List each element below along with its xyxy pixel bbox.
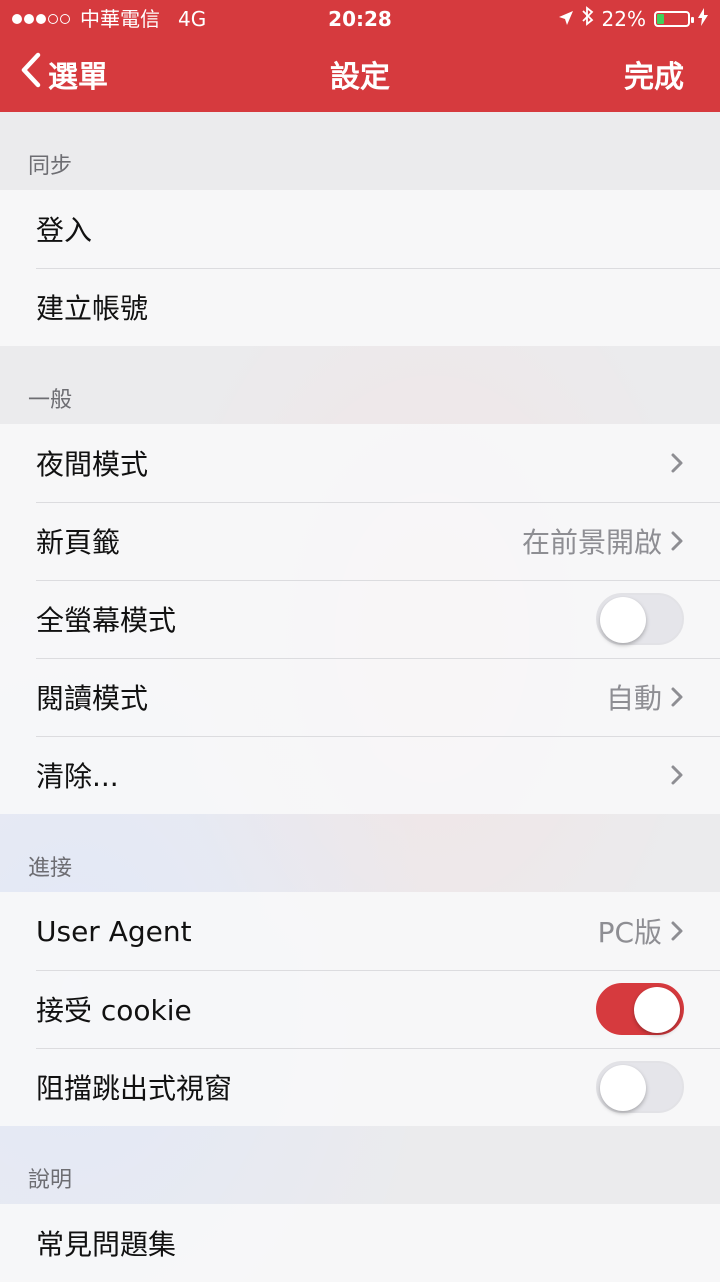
block-popups-toggle[interactable] xyxy=(596,1061,684,1113)
chevron-right-icon xyxy=(670,452,684,474)
section-advanced: User Agent PC版 接受 cookie 阻擋跳出式視窗 xyxy=(0,892,720,1126)
status-bar: 中華電信 4G 20:28 22% xyxy=(0,0,720,38)
accept-cookie-toggle[interactable] xyxy=(596,983,684,1035)
location-arrow-icon xyxy=(558,0,574,38)
section-header-general: 一般 xyxy=(28,388,73,413)
row-label: 全螢幕模式 xyxy=(36,604,177,637)
row-reader-mode[interactable]: 閱讀模式 自動 xyxy=(0,658,720,736)
row-accept-cookie: 接受 cookie xyxy=(0,970,720,1048)
row-label: 阻擋跳出式視窗 xyxy=(36,1072,233,1105)
row-fullscreen-mode: 全螢幕模式 xyxy=(0,580,720,658)
row-label: 接受 cookie xyxy=(36,994,192,1027)
section-header-advanced: 進接 xyxy=(28,856,73,881)
row-clear[interactable]: 清除... xyxy=(0,736,720,814)
top-bar: 中華電信 4G 20:28 22% 選單 設定 完成 xyxy=(0,0,720,112)
fullscreen-toggle[interactable] xyxy=(596,593,684,645)
page-title: 設定 xyxy=(330,60,390,95)
chevron-right-icon xyxy=(670,686,684,708)
row-label: 夜間模式 xyxy=(36,448,149,481)
done-button[interactable]: 完成 xyxy=(624,52,684,96)
row-label: 清除... xyxy=(36,760,119,793)
row-create-account[interactable]: 建立帳號 xyxy=(0,268,720,346)
battery-icon xyxy=(654,11,694,27)
row-label: 閱讀模式 xyxy=(36,682,149,715)
row-label: 建立帳號 xyxy=(36,292,149,325)
navigation-bar: 選單 設定 完成 xyxy=(0,38,720,112)
chevron-right-icon xyxy=(670,764,684,786)
battery-percent: 22% xyxy=(601,7,646,31)
row-detail: 在前景開啟 xyxy=(521,526,662,559)
section-general: 夜間模式 新頁籤 在前景開啟 全螢幕模式 閱讀模式 自動 清除... xyxy=(0,424,720,814)
section-help: 常見問題集 xyxy=(0,1204,720,1282)
chevron-right-icon xyxy=(670,920,684,942)
row-label: 常見問題集 xyxy=(36,1228,177,1261)
row-label: User Agent xyxy=(36,914,192,948)
row-faq[interactable]: 常見問題集 xyxy=(0,1204,720,1282)
section-header-sync: 同步 xyxy=(28,154,73,179)
row-new-tab[interactable]: 新頁籤 在前景開啟 xyxy=(0,502,720,580)
row-night-mode[interactable]: 夜間模式 xyxy=(0,424,720,502)
charging-bolt-icon xyxy=(698,0,708,38)
chevron-right-icon xyxy=(670,530,684,552)
section-header-help: 說明 xyxy=(28,1168,73,1193)
section-sync: 登入 建立帳號 xyxy=(0,190,720,346)
row-detail: PC版 xyxy=(597,916,662,949)
row-detail: 自動 xyxy=(605,682,662,715)
row-login[interactable]: 登入 xyxy=(0,190,720,268)
bluetooth-icon xyxy=(581,0,594,38)
row-label: 登入 xyxy=(36,214,93,247)
row-block-popups: 阻擋跳出式視窗 xyxy=(0,1048,720,1126)
row-user-agent[interactable]: User Agent PC版 xyxy=(0,892,720,970)
settings-list: 同步 登入 建立帳號 一般 夜間模式 新頁籤 在前景開啟 全螢幕模式 閱讀模式 … xyxy=(0,112,720,1282)
row-label: 新頁籤 xyxy=(36,526,121,559)
